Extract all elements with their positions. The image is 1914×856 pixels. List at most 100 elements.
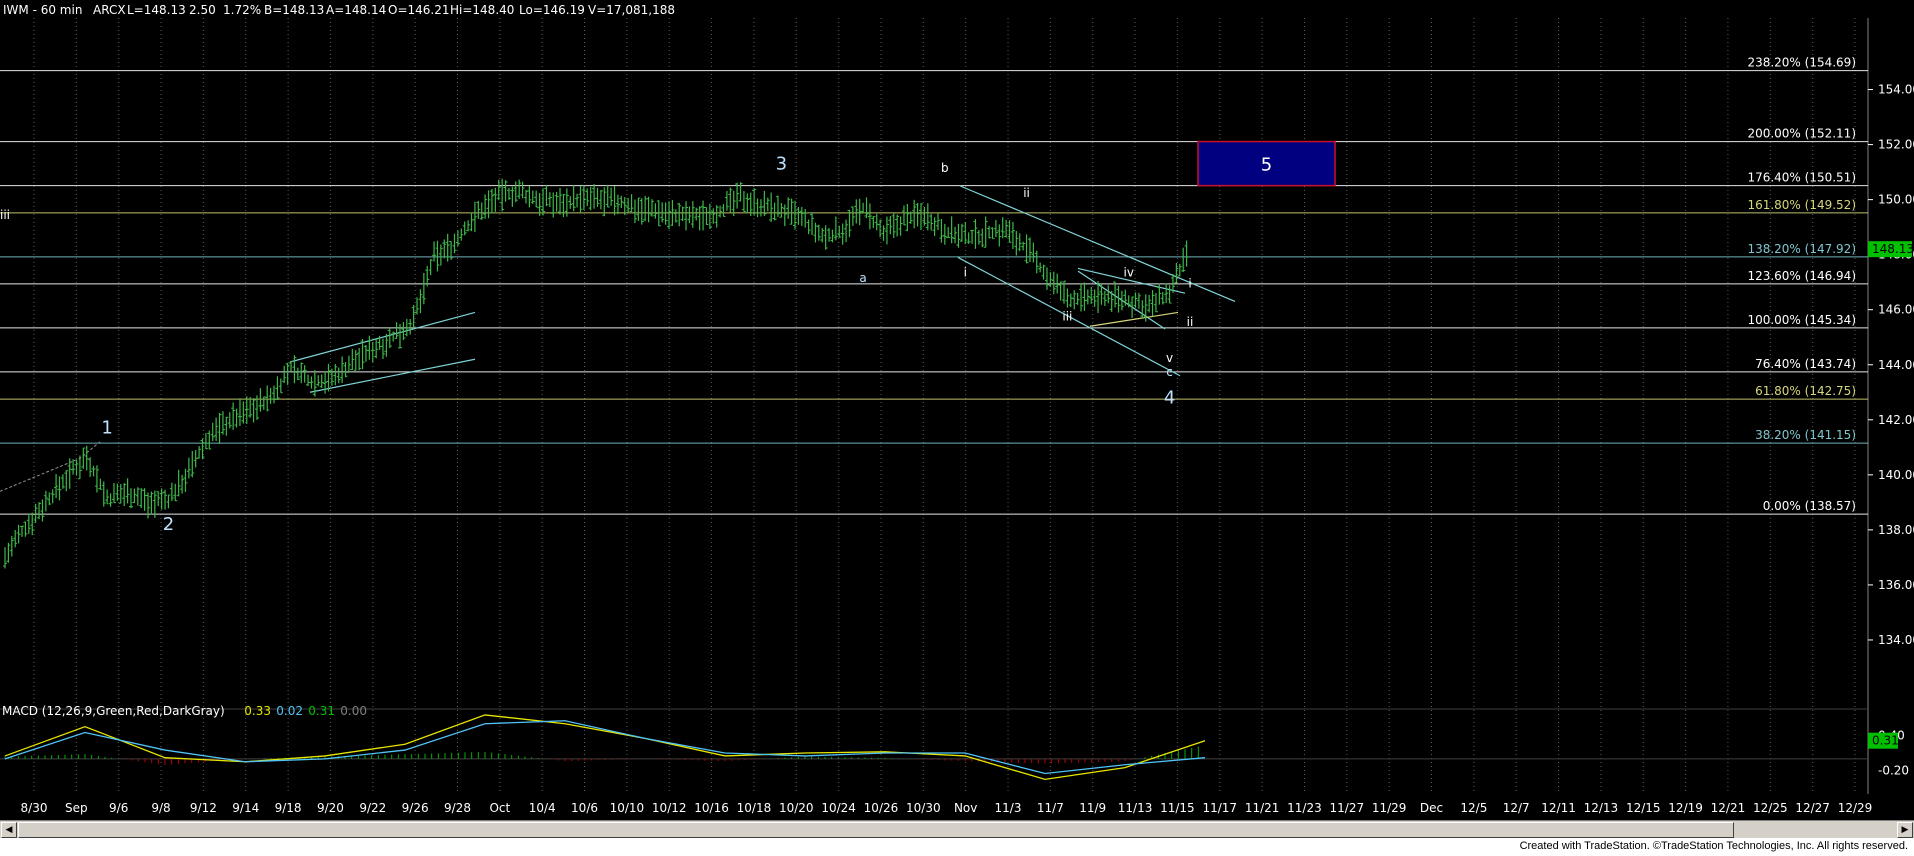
y-tick-label: 144.00	[1878, 358, 1914, 372]
macd-last-label: 0.31	[1872, 734, 1899, 748]
x-tick-label: Nov	[954, 801, 977, 815]
scroll-thumb[interactable]	[18, 822, 1734, 838]
x-tick-label: 10/12	[652, 801, 687, 815]
footer-credit: Created with TradeStation. ©TradeStation…	[1519, 840, 1908, 852]
trading-chart[interactable]: 238.20% (154.69)200.00% (152.11)176.40% …	[0, 0, 1914, 820]
scroll-left-icon[interactable]: ◀	[1, 822, 17, 838]
wave-label: i	[964, 266, 967, 280]
macd-value: 0.31	[308, 704, 335, 718]
fib-level-label: 138.20% (147.92)	[1747, 242, 1856, 256]
fib-level-label: 100.00% (145.34)	[1747, 313, 1856, 327]
wave-label: ii	[1023, 186, 1030, 200]
fib-level-label: 61.80% (142.75)	[1755, 384, 1856, 398]
trendline	[1089, 311, 1179, 327]
x-tick-label: 11/21	[1245, 801, 1280, 815]
fib-level-label: 123.60% (146.94)	[1747, 269, 1856, 283]
macd-panel: MACD (12,26,9,Green,Red,DarkGray) 0.33 0.0…	[0, 704, 1868, 781]
macd-y-tick-label: -0.20	[1878, 764, 1909, 778]
fib-level-label: 76.40% (143.74)	[1755, 357, 1856, 371]
header-field: IWM - 60 min	[3, 3, 82, 17]
fib-level-label: 238.20% (154.69)	[1747, 56, 1856, 70]
x-tick-label: Oct	[489, 801, 510, 815]
x-tick-label: 9/20	[317, 801, 344, 815]
y-tick-label: 142.00	[1878, 413, 1914, 427]
wave-5-label: 5	[1261, 155, 1272, 176]
wave-label: v	[1166, 351, 1173, 365]
x-tick-label: 11/15	[1160, 801, 1195, 815]
x-tick-label: 8/30	[21, 801, 48, 815]
x-tick-label: 9/8	[151, 801, 170, 815]
wave-label: i	[1188, 277, 1191, 291]
macd-value: 0.00	[340, 704, 367, 718]
chart-header: IWM - 60 min ARCX L=148.13 2.50 1.72% B=148.1…	[3, 3, 675, 17]
price-bars	[3, 178, 1189, 569]
y-tick-label: 154.00	[1878, 83, 1914, 97]
header-field: V=17,081,188	[588, 3, 675, 17]
x-tick-label: 9/26	[402, 801, 429, 815]
wave-label: iii	[0, 208, 10, 222]
header-field: Lo=146.19	[519, 3, 585, 17]
x-tick-label: 9/14	[232, 801, 259, 815]
fib-level-label: 200.00% (152.11)	[1747, 127, 1856, 141]
x-tick-label: Dec	[1420, 801, 1443, 815]
header-field: L=148.13	[127, 3, 186, 17]
y-tick-label: 140.00	[1878, 468, 1914, 482]
x-tick-label: 11/13	[1118, 801, 1153, 815]
x-tick-label: 12/29	[1838, 801, 1873, 815]
y-tick-label: 136.00	[1878, 578, 1914, 592]
x-tick-label: 12/21	[1711, 801, 1746, 815]
fib-level-label: 161.80% (149.52)	[1747, 198, 1856, 212]
x-tick-label: 11/23	[1287, 801, 1322, 815]
y-tick-label: 134.00	[1878, 633, 1914, 647]
x-tick-label: 9/22	[359, 801, 386, 815]
x-tick-label: 9/6	[109, 801, 128, 815]
x-tick-label: 11/29	[1372, 801, 1407, 815]
target-box: 5	[1197, 140, 1336, 187]
x-tick-label: 11/27	[1330, 801, 1365, 815]
header-field: ARCX	[93, 3, 126, 17]
x-tick-label: 10/20	[779, 801, 814, 815]
x-tick-label: 9/28	[444, 801, 471, 815]
scroll-right-icon[interactable]: ▶	[1897, 822, 1913, 838]
x-tick-label: Sep	[65, 801, 88, 815]
wave-label: 2	[163, 514, 174, 535]
y-tick-label: 138.00	[1878, 523, 1914, 537]
wave-label: c	[1166, 365, 1173, 379]
x-tick-label: 11/7	[1037, 801, 1064, 815]
x-tick-label: 12/19	[1668, 801, 1703, 815]
header-field: O=146.21	[388, 3, 450, 17]
x-tick-label: 12/13	[1584, 801, 1619, 815]
trendline-dashed	[0, 441, 101, 492]
wave-label: b	[941, 161, 949, 175]
wave-label: 1	[101, 418, 112, 439]
x-tick-label: 9/18	[275, 801, 302, 815]
x-tick-label: 12/7	[1503, 801, 1530, 815]
macd-value: 0.02	[276, 704, 303, 718]
wave-label: iv	[1123, 266, 1133, 280]
wave-label: ii	[1187, 315, 1194, 329]
x-tick-label: 9/12	[190, 801, 217, 815]
wave-label: a	[859, 271, 866, 285]
x-tick-label: 10/4	[529, 801, 556, 815]
x-tick-label: 10/24	[821, 801, 856, 815]
fib-level-label: 176.40% (150.51)	[1747, 171, 1856, 185]
x-tick-label: 10/10	[610, 801, 645, 815]
fib-level-label: 38.20% (141.15)	[1755, 428, 1856, 442]
last-price-label: 148.13	[1872, 242, 1914, 256]
macd-value: 0.33	[244, 704, 271, 718]
macd-series-line	[4, 714, 1206, 781]
header-field: B=148.13	[264, 3, 324, 17]
horizontal-scrollbar[interactable]: ◀ ▶	[0, 820, 1914, 839]
header-field: A=148.14	[326, 3, 386, 17]
x-tick-label: 10/18	[737, 801, 772, 815]
x-tick-label: 10/26	[864, 801, 899, 815]
x-tick-label: 12/5	[1460, 801, 1487, 815]
macd-series-line	[4, 720, 1206, 775]
header-field: Hi=148.40	[450, 3, 514, 17]
x-tick-label: 10/6	[571, 801, 598, 815]
y-tick-label: 152.00	[1878, 138, 1914, 152]
x-tick-label: 10/16	[694, 801, 729, 815]
x-tick-label: 12/27	[1795, 801, 1830, 815]
y-tick-label: 146.00	[1878, 303, 1914, 317]
macd-title: MACD (12,26,9,Green,Red,DarkGray)	[2, 704, 225, 718]
